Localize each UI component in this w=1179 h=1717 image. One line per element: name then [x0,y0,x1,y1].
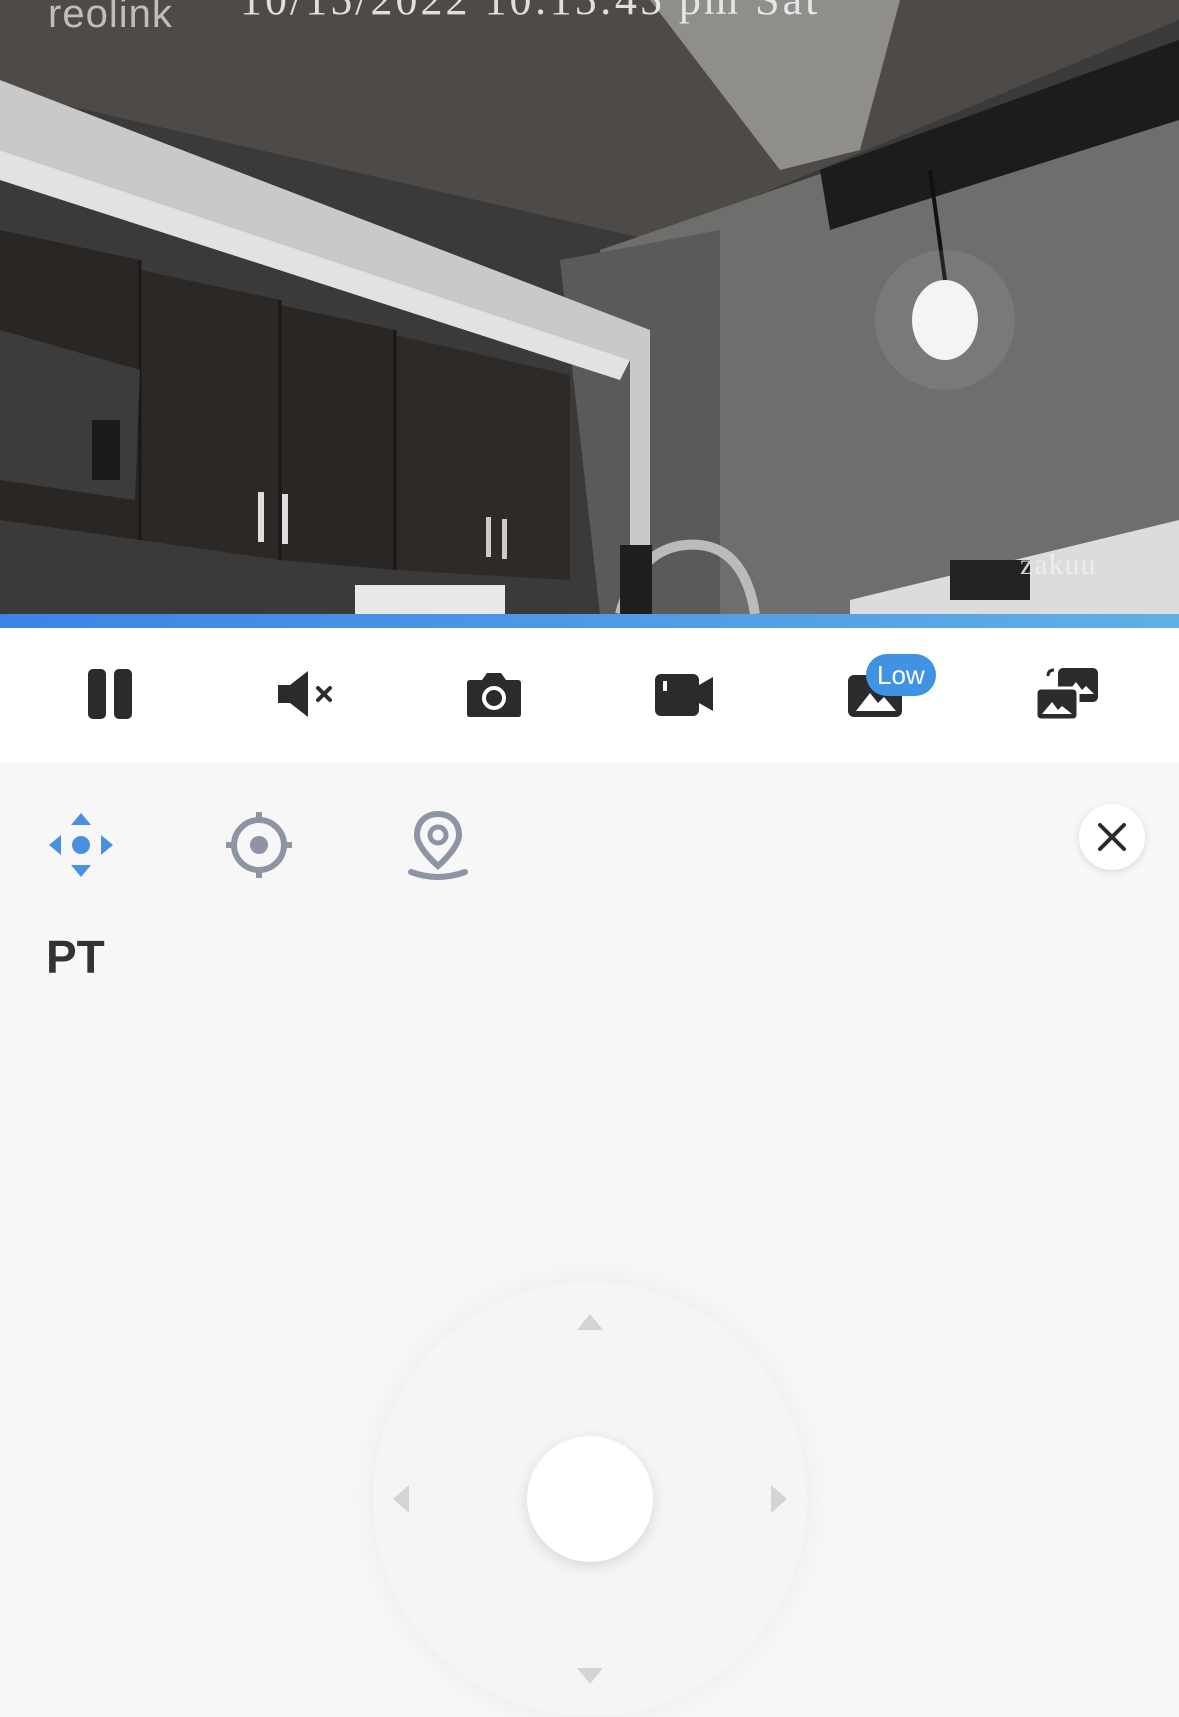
triangle-right-icon [771,1485,787,1513]
video-record-icon [655,674,713,716]
mode-pan-tilt-button[interactable] [36,800,126,890]
osd-timestamp: 10/15/2022 10:15:45 pm Sat [240,0,820,25]
gallery-icon [1034,668,1098,722]
pan-right-arrow[interactable] [759,1479,799,1519]
video-toolbar [0,628,1179,762]
triangle-left-icon [393,1485,409,1513]
target-icon [226,812,292,878]
record-button[interactable] [644,654,724,734]
osd-camera-name: zakuu [1020,548,1097,581]
mode-title: PT [46,931,105,983]
camera-icon [467,673,521,717]
osd-logo: reolink [48,0,173,36]
quality-badge: Low [866,654,936,696]
pan-left-arrow[interactable] [381,1479,421,1519]
ptz-joystick[interactable] [373,1282,807,1716]
mute-button[interactable] [266,654,346,734]
tilt-up-arrow[interactable] [570,1302,610,1342]
mute-icon [278,671,332,717]
pause-button[interactable] [71,654,151,734]
playback-progress-fill [0,614,1179,628]
location-pin-icon [408,810,468,880]
gallery-button[interactable] [1028,654,1108,734]
close-icon [1098,823,1126,851]
tilt-down-arrow[interactable] [570,1656,610,1696]
playback-progress-bar[interactable] [0,614,1179,628]
close-button[interactable] [1079,804,1145,870]
camera-feed[interactable]: reolink 10/15/2022 10:15:45 pm Sat zakuu [0,0,1179,614]
joystick-knob[interactable] [527,1436,653,1562]
triangle-down-icon [577,1668,603,1684]
ptz-panel: PT [0,762,1179,1717]
snapshot-button[interactable] [454,654,534,734]
app-root: reolink 10/15/2022 10:15:45 pm Sat zakuu [0,0,1179,1717]
mode-preset-button[interactable] [393,800,483,890]
triangle-up-icon [577,1314,603,1330]
pan-tilt-icon [49,813,113,877]
mode-target-button[interactable] [214,800,304,890]
pause-icon [88,669,132,719]
camera-image [0,0,1179,614]
